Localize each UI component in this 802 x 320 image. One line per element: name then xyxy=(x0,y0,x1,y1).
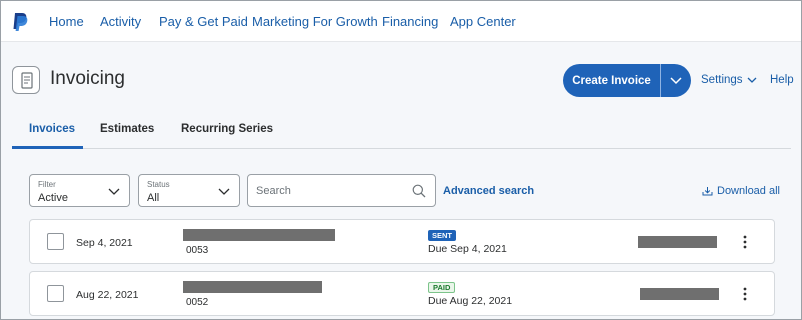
filter-select[interactable]: Filter Active xyxy=(29,174,130,207)
invoice-date: Aug 22, 2021 xyxy=(76,289,139,301)
redacted-customer-name xyxy=(183,281,322,293)
download-all-link[interactable]: Download all xyxy=(702,185,780,197)
tab-invoices[interactable]: Invoices xyxy=(29,123,75,135)
redacted-amount xyxy=(638,236,717,248)
search-icon[interactable] xyxy=(412,184,426,198)
redacted-amount xyxy=(640,288,719,300)
nav-app-center[interactable]: App Center xyxy=(450,14,516,29)
download-icon xyxy=(702,187,713,196)
nav-home[interactable]: Home xyxy=(49,14,84,29)
paypal-logo-icon[interactable] xyxy=(12,12,28,32)
page-header: Invoicing Create Invoice Settings Help I… xyxy=(1,42,801,150)
filter-value: Active xyxy=(38,192,68,204)
invoice-row[interactable]: Sep 4, 2021 0053 SENT Due Sep 4, 2021 xyxy=(29,219,775,264)
invoice-date: Sep 4, 2021 xyxy=(76,237,133,249)
more-options-icon[interactable] xyxy=(742,287,748,301)
due-date: Due Sep 4, 2021 xyxy=(428,243,507,255)
status-value: All xyxy=(147,192,160,204)
tab-recurring-series[interactable]: Recurring Series xyxy=(181,123,273,135)
help-link[interactable]: Help xyxy=(770,74,794,86)
download-all-label: Download all xyxy=(717,185,780,197)
settings-menu[interactable]: Settings xyxy=(701,74,757,86)
status-badge: PAID xyxy=(428,282,456,293)
due-date: Due Aug 22, 2021 xyxy=(428,295,513,307)
tab-estimates[interactable]: Estimates xyxy=(100,123,154,135)
more-options-icon[interactable] xyxy=(742,235,748,249)
chevron-down-icon xyxy=(108,188,120,195)
nav-activity[interactable]: Activity xyxy=(100,14,141,29)
filter-label: Filter xyxy=(38,180,56,189)
nav-marketing-for-growth[interactable]: Marketing For Growth xyxy=(252,14,378,29)
create-options-dropdown[interactable] xyxy=(661,64,691,97)
nav-pay-and-get-paid[interactable]: Pay & Get Paid xyxy=(159,14,248,29)
page-title: Invoicing xyxy=(50,68,125,89)
nav-financing[interactable]: Financing xyxy=(382,14,438,29)
status-label: Status xyxy=(147,180,170,189)
top-navigation: Home Activity Pay & Get Paid Marketing F… xyxy=(1,1,801,42)
row-checkbox[interactable] xyxy=(47,233,64,250)
invoice-row[interactable]: Aug 22, 2021 0052 PAID Due Aug 22, 2021 xyxy=(29,271,775,316)
redacted-customer-name xyxy=(183,229,335,241)
search-field xyxy=(247,174,436,207)
create-invoice-button[interactable]: Create Invoice xyxy=(563,64,660,97)
chevron-down-icon xyxy=(747,77,757,83)
invoice-number: 0052 xyxy=(186,297,209,308)
active-tab-indicator xyxy=(12,146,83,149)
create-invoice-button-group: Create Invoice xyxy=(563,64,691,97)
status-select[interactable]: Status All xyxy=(138,174,240,207)
invoice-number: 0053 xyxy=(186,245,209,256)
tabs-divider xyxy=(12,148,791,149)
invoice-document-icon xyxy=(12,66,40,94)
row-checkbox[interactable] xyxy=(47,285,64,302)
advanced-search-link[interactable]: Advanced search xyxy=(443,185,534,197)
chevron-down-icon xyxy=(670,76,682,84)
search-input[interactable] xyxy=(256,183,406,199)
settings-label: Settings xyxy=(701,74,743,86)
status-badge: SENT xyxy=(428,230,457,241)
chevron-down-icon xyxy=(218,188,230,195)
